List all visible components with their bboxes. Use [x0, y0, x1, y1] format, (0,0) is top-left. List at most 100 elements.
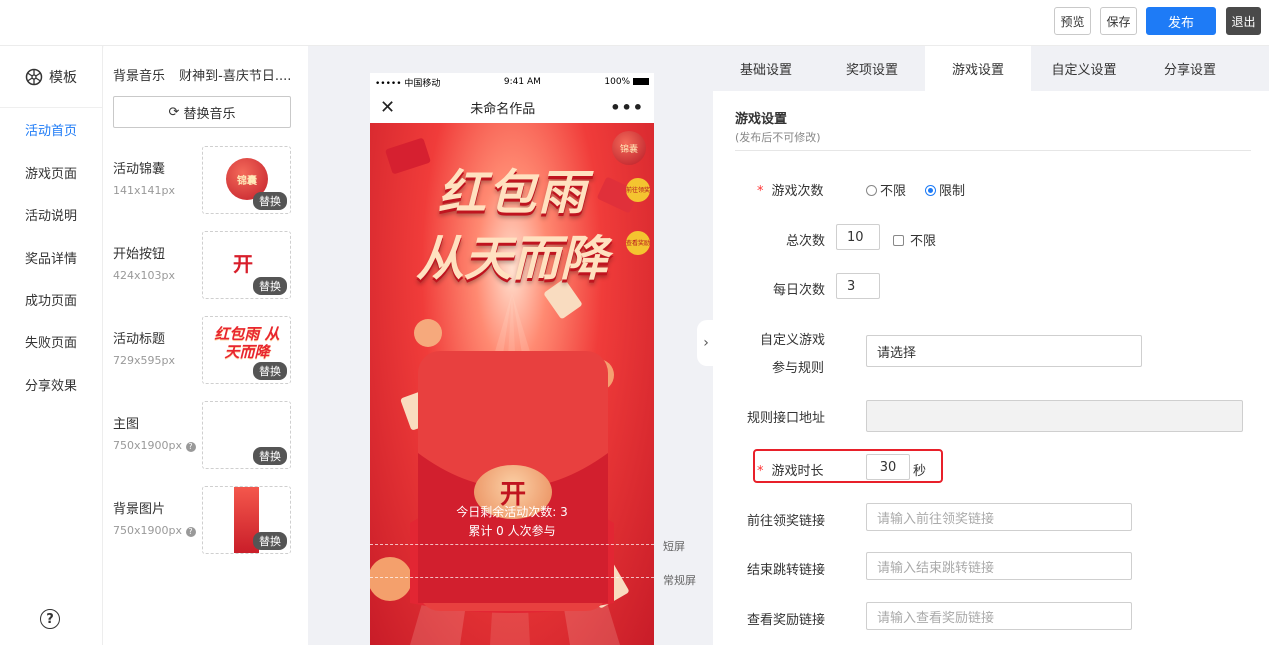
page-nav: 模板 活动首页 游戏页面 活动说明 奖品详情 成功页面 失败页面 分享效果 ?: [0, 46, 103, 645]
phone-status-bar: ••••• 中国移动 9:41 AM 100%: [370, 73, 654, 91]
resource-item: 主图 750x1900px ? 替换: [113, 401, 293, 469]
chevron-right-icon: ›: [703, 335, 709, 351]
resource-size: 424x103px: [113, 269, 175, 282]
tab-prizes[interactable]: 奖项设置: [819, 46, 925, 91]
nav-item-prize-detail[interactable]: 奖品详情: [25, 248, 77, 267]
work-title: 未命名作品: [470, 101, 536, 117]
resource-size: 729x595px: [113, 354, 175, 367]
resource-thumb[interactable]: 锦囊 替换: [202, 146, 291, 214]
resource-thumb[interactable]: 替换: [202, 486, 291, 554]
carrier-text: ••••• 中国移动: [375, 78, 441, 89]
template-label: 模板: [49, 69, 77, 86]
short-screen-line: [370, 544, 654, 545]
save-button[interactable]: 保存: [1100, 7, 1137, 35]
total-count-input[interactable]: 10: [836, 224, 880, 250]
nav-item-game[interactable]: 游戏页面: [25, 163, 77, 182]
section-note: (发布后不可修改): [735, 131, 821, 144]
resource-size-text: 750x1900px: [113, 439, 182, 452]
normal-screen-line: [370, 577, 654, 578]
custom-rule-select[interactable]: 请选择: [866, 335, 1142, 367]
publish-button[interactable]: 发布: [1146, 7, 1216, 35]
participants-text: 累计 0 人次参与: [468, 524, 556, 538]
swap-button[interactable]: 替换: [253, 277, 287, 295]
tab-share[interactable]: 分享设置: [1137, 46, 1243, 91]
go-prize-badge[interactable]: 前往领奖: [626, 178, 650, 202]
swap-button[interactable]: 替换: [253, 192, 287, 210]
phone-preview: ••••• 中国移动 9:41 AM 100% ✕ 未命名作品 ••• 红包雨 …: [370, 73, 654, 645]
resource-name: 活动标题: [113, 332, 166, 347]
tab-custom[interactable]: 自定义设置: [1031, 46, 1137, 91]
prize-link-input[interactable]: 请输入前往领奖链接: [866, 503, 1132, 531]
total-count-label: 总次数: [786, 234, 826, 249]
settings-panel: 基础设置 奖项设置 游戏设置 自定义设置 分享设置 游戏设置 (发布后不可修改)…: [713, 46, 1269, 645]
total-unlimited-checkbox[interactable]: 不限: [893, 230, 936, 249]
rule-api-input[interactable]: [866, 400, 1243, 432]
daily-count-input[interactable]: 3: [836, 273, 880, 299]
headline-text-2: 从天而降: [415, 231, 608, 287]
resource-size-text: 750x1900px: [113, 524, 182, 537]
resource-size: 750x1900px ?: [113, 524, 196, 537]
resource-thumb[interactable]: 替换: [202, 401, 291, 469]
end-link-input[interactable]: 请输入结束跳转链接: [866, 552, 1132, 580]
nav-item-home[interactable]: 活动首页: [25, 120, 77, 139]
template-tab[interactable]: 模板: [0, 46, 102, 108]
nav-item-share[interactable]: 分享效果: [25, 375, 77, 394]
nav-item-description[interactable]: 活动说明: [25, 205, 77, 224]
game-count-unlimited-option[interactable]: 不限: [866, 180, 906, 199]
battery-percent: 100%: [604, 77, 631, 87]
replace-music-button[interactable]: ⟳ 替换音乐: [113, 96, 291, 128]
end-link-label: 结束跳转链接: [747, 563, 826, 578]
headline-text-1: 红包雨: [437, 165, 588, 221]
resource-item: 开始按钮 424x103px 开 替换: [113, 231, 293, 299]
pouch-badge[interactable]: 锦囊: [612, 131, 646, 165]
resource-size: 141x141px: [113, 184, 175, 197]
exit-button[interactable]: 退出: [1226, 7, 1261, 35]
remaining-count-text: 今日剩余活动次数: 3: [456, 505, 568, 519]
more-icon[interactable]: •••: [610, 98, 644, 117]
view-reward-badge[interactable]: 查看奖励: [626, 231, 650, 255]
game-count-limited-option[interactable]: 限制: [925, 180, 965, 199]
reward-link-input[interactable]: 请输入查看奖励链接: [866, 602, 1132, 630]
info-icon: ?: [185, 442, 196, 452]
reward-link-label: 查看奖励链接: [747, 613, 826, 628]
music-row: 背景音乐 财神到-喜庆节日....: [113, 65, 291, 84]
swap-button[interactable]: 替换: [253, 447, 287, 465]
music-label: 背景音乐: [113, 69, 166, 84]
start-thumb-image: 开: [233, 252, 253, 276]
radio-unchecked-icon: [866, 185, 877, 196]
duration-highlight-box: [753, 449, 943, 483]
activity-canvas[interactable]: 红包雨 从天而降 锦囊 前往领奖 查看奖励 开 今日剩余活动次数: 3 累计 0…: [370, 123, 654, 645]
resource-panel: 背景音乐 财神到-喜庆节日.... ⟳ 替换音乐 活动锦囊 141x141px …: [104, 46, 308, 645]
swap-button[interactable]: 替换: [253, 362, 287, 380]
checkbox-label: 不限: [910, 234, 937, 249]
resource-thumb[interactable]: 红包雨 从天而降 替换: [202, 316, 291, 384]
resource-size: 750x1900px ?: [113, 439, 196, 452]
tab-basic[interactable]: 基础设置: [713, 46, 819, 91]
close-icon[interactable]: ✕: [380, 97, 395, 118]
tab-game[interactable]: 游戏设置: [925, 46, 1031, 91]
top-toolbar: 预览 保存 发布 退出: [0, 0, 1269, 46]
checkbox-icon: [893, 235, 904, 246]
nav-item-failure[interactable]: 失败页面: [25, 332, 77, 351]
battery-icon: [632, 78, 649, 85]
music-name: 财神到-喜庆节日....: [179, 69, 292, 84]
swap-button[interactable]: 替换: [253, 532, 287, 550]
phone-nav-bar: ✕ 未命名作品 •••: [370, 91, 654, 123]
settings-tabs: 基础设置 奖项设置 游戏设置 自定义设置 分享设置: [713, 46, 1269, 91]
normal-screen-marker: 常规屏: [663, 574, 696, 587]
help-icon[interactable]: ?: [40, 609, 60, 629]
option-label: 不限: [880, 184, 907, 199]
nav-item-success[interactable]: 成功页面: [25, 290, 77, 309]
preview-button[interactable]: 预览: [1054, 7, 1091, 35]
refresh-icon: ⟳: [168, 104, 180, 120]
radio-checked-icon: [925, 185, 936, 196]
clock-text: 9:41 AM: [503, 77, 541, 87]
resource-item: 背景图片 750x1900px ? 替换: [113, 486, 293, 554]
info-icon: ?: [185, 527, 196, 537]
prize-link-label: 前往领奖链接: [747, 514, 826, 529]
resource-item: 活动锦囊 141x141px 锦囊 替换: [113, 146, 293, 214]
section-divider: [735, 150, 1251, 151]
resource-thumb[interactable]: 开 替换: [202, 231, 291, 299]
resource-name: 背景图片: [113, 502, 166, 517]
resource-name: 主图: [113, 417, 140, 432]
